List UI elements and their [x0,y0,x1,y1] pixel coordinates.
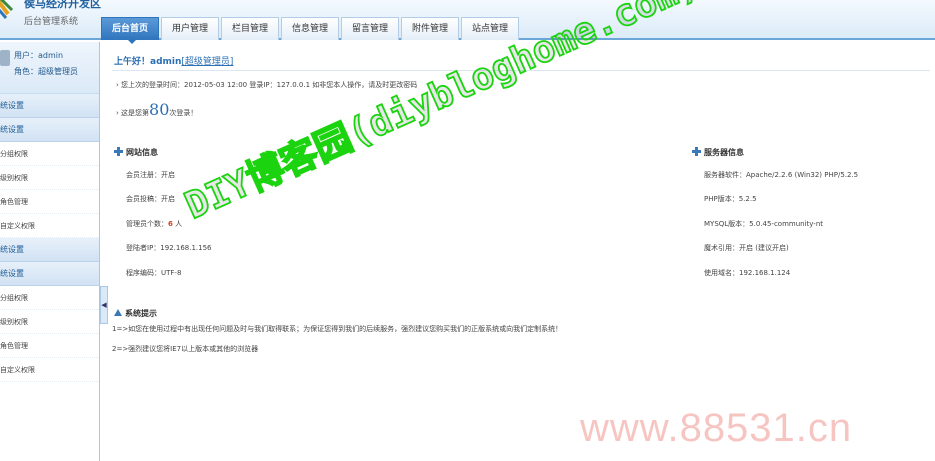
sidebar-section[interactable]: 统设置 [0,118,99,142]
program-encoding: 程序编码：UTF-8 [126,269,182,277]
sidebar-collapse-toggle[interactable]: ◀ [100,286,108,324]
user-name: 用户：admin [14,51,64,60]
last-login-info: › 您上次的登录时间：2012-05-03 12:00 登录IP：127.0.0… [116,80,417,90]
tab-home[interactable]: 后台首页 [101,17,159,44]
site-subtitle: 后台管理系统 [24,17,79,27]
greeting: 上午好！admin[超级管理员] [114,54,233,67]
logo-icon [0,0,14,19]
sidebar-item-group-permissions[interactable]: 分组权限 [0,142,99,166]
sidebar-section[interactable]: 统设置 [0,238,99,262]
sidebar-item-roles[interactable]: 角色管理 [0,190,99,214]
sidebar-item-roles[interactable]: 角色管理 [0,334,99,358]
sidebar-item-level-permissions[interactable]: 级别权限 [0,310,99,334]
avatar [0,50,10,66]
admin-count-unit: 人 [175,220,183,228]
server-info-title-text: 服务器信息 [704,148,744,157]
magic-quotes: 魔术引用：开启 (建议开启) [704,244,789,252]
expand-plus-icon[interactable] [692,147,701,156]
login-ip: 登陆者IP：192.168.1.156 [126,244,212,252]
domain: 使用域名：192.168.1.124 [704,269,791,277]
last-login-text: 您上次的登录时间：2012-05-03 12:00 登录IP：127.0.0.1… [121,81,418,89]
divider [112,70,930,71]
server-software: 服务器软件：Apache/2.2.6 (Win32) PHP/5.2.5 [704,171,859,179]
user-box: 用户：admin 角色：超级管理员 [0,42,99,94]
tab-info[interactable]: 信息管理 [281,17,339,40]
tab-columns[interactable]: 栏目管理 [221,17,279,40]
visit-count-info: › 这是您第80次登录！ [116,100,197,119]
admin-count: 管理员个数：6 人 [126,219,182,229]
tab-attachments[interactable]: 附件管理 [401,17,459,40]
site-info-title-text: 网站信息 [126,148,158,157]
expand-plus-icon[interactable] [114,147,123,156]
member-registration: 会员注册：开启 [126,171,175,179]
bullet-icon: › [116,81,119,89]
mysql-version: MYSQL版本：5.0.45-community-nt [704,220,824,228]
warning-icon [114,309,122,316]
logo[interactable]: 侯马经济开发区 后台管理系统 [0,0,101,38]
admin-count-label: 管理员个数： [126,220,168,228]
main-nav-tabs: 后台首页 用户管理 栏目管理 信息管理 留言管理 附件管理 站点管理 [101,17,521,44]
sidebar-item-custom-permissions[interactable]: 自定义权限 [0,214,99,238]
visit-count: 80 [149,100,170,119]
bullet-icon: › [116,109,119,117]
server-info-title[interactable]: 服务器信息 [692,147,744,158]
system-tips-title-text: 系统提示 [125,309,157,318]
user-role: 角色：超级管理员 [14,67,78,76]
tip-line: 1=>如您在使用过程中有出现任何问题及时与我们取得联系；为保证您得到我们的后续服… [112,325,563,333]
top-header: 侯马经济开发区 后台管理系统 后台首页 用户管理 栏目管理 信息管理 留言管理 … [0,0,935,44]
visit-prefix: 这是您第 [121,109,150,117]
tab-messages[interactable]: 留言管理 [341,17,399,40]
system-tips-title: 系统提示 [114,308,157,319]
sidebar-section[interactable]: 统设置 [0,262,99,286]
role-link[interactable]: [超级管理员] [181,57,233,67]
sidebar-section[interactable]: 统设置 [0,94,99,118]
visit-suffix: 次登录！ [169,109,198,117]
site-info-title[interactable]: 网站信息 [114,147,158,158]
tip-line: 2=>强烈建议您将IE7以上版本或其他的浏览器 [112,345,259,353]
member-submission: 会员投稿：开启 [126,195,175,203]
main-content: 上午好！admin[超级管理员] › 您上次的登录时间：2012-05-03 1… [108,42,935,461]
sidebar-item-custom-permissions[interactable]: 自定义权限 [0,358,99,382]
greeting-text: 上午好！admin [114,57,182,67]
php-version: PHP版本：5.2.5 [704,195,757,203]
sidebar-item-level-permissions[interactable]: 级别权限 [0,166,99,190]
sidebar: 用户：admin 角色：超级管理员 统设置 统设置 分组权限 级别权限 角色管理… [0,42,100,461]
sidebar-item-group-permissions[interactable]: 分组权限 [0,286,99,310]
admin-count-value: 6 [168,220,173,228]
tab-site[interactable]: 站点管理 [461,17,519,40]
site-title: 侯马经济开发区 [24,0,101,10]
tab-users[interactable]: 用户管理 [161,17,219,40]
